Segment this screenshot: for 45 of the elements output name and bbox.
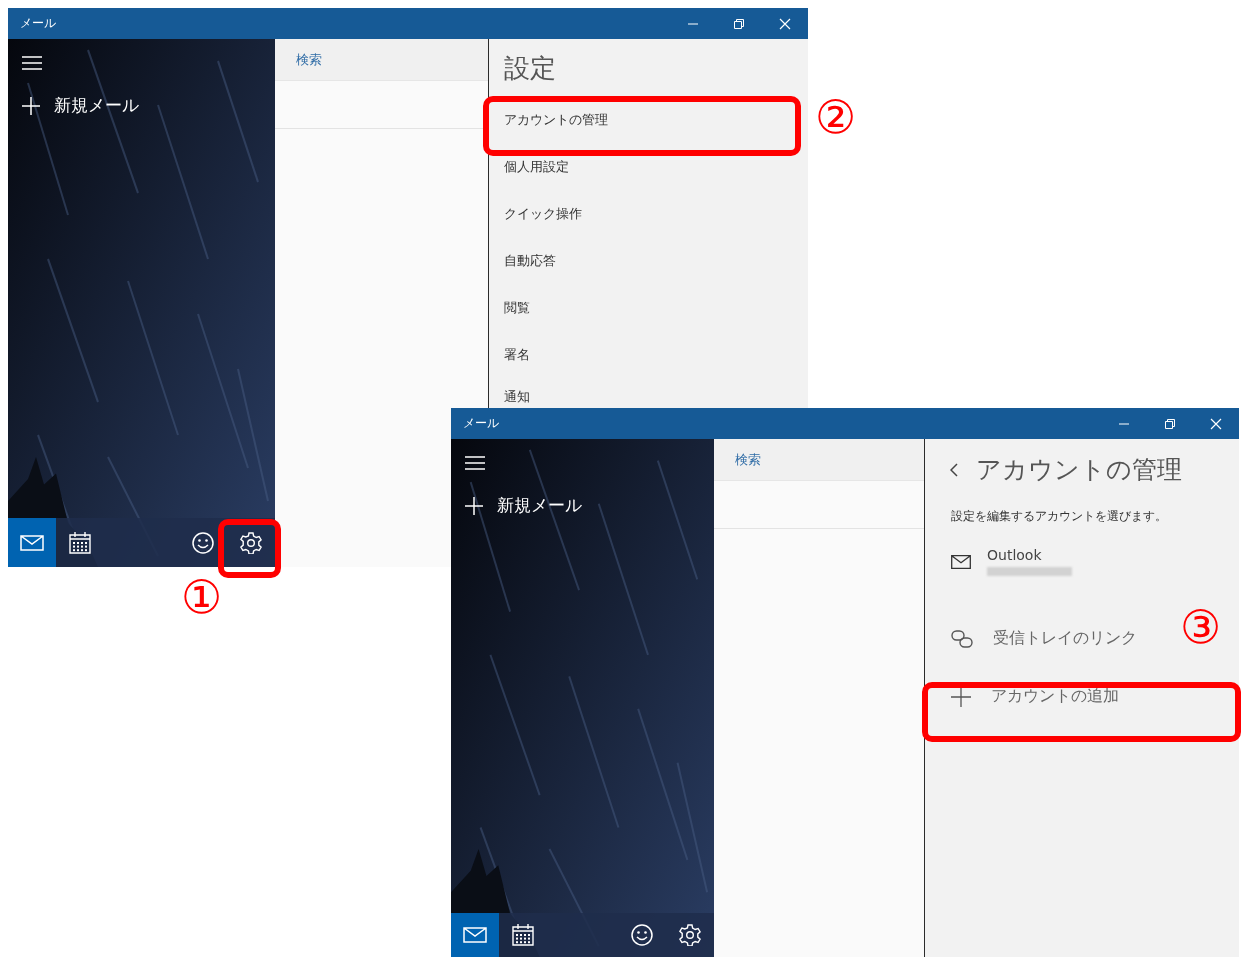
add-account-button[interactable]: アカウントの追加 <box>951 686 1119 707</box>
search-link[interactable]: 検索 <box>735 450 761 469</box>
search-link[interactable]: 検索 <box>296 50 322 69</box>
restore-icon[interactable] <box>1164 417 1176 430</box>
mail-button[interactable] <box>451 913 499 957</box>
plus-icon <box>951 686 971 707</box>
settings-icon <box>240 531 262 554</box>
smiley-icon <box>192 531 214 554</box>
settings-item[interactable]: 個人用設定 <box>504 143 808 190</box>
smiley-icon <box>631 924 653 946</box>
settings-icon <box>679 924 701 946</box>
new-mail-button[interactable]: 新規メール <box>465 494 582 517</box>
settings-item[interactable]: 署名 <box>504 331 808 378</box>
settings-item[interactable]: クイック操作 <box>504 190 808 237</box>
mail-button[interactable] <box>8 518 56 567</box>
plus-icon <box>465 496 483 515</box>
new-mail-button[interactable]: 新規メール <box>22 94 139 117</box>
calendar-icon <box>69 531 91 554</box>
menu-icon[interactable] <box>465 456 485 470</box>
plus-icon <box>22 96 40 115</box>
window-title: メール <box>20 15 56 32</box>
highlight-frame <box>218 519 281 578</box>
calendar-icon <box>512 924 534 946</box>
menu-icon[interactable] <box>22 56 42 70</box>
instruction-text: 設定を編集するアカウントを選びます。 <box>951 508 1168 525</box>
link-icon <box>951 629 973 648</box>
panel-title: アカウントの管理 <box>976 454 1182 486</box>
settings-title: 設定 <box>504 52 557 85</box>
restore-icon[interactable] <box>733 17 745 30</box>
step-number: ③ <box>1180 604 1222 650</box>
link-inboxes-button[interactable]: 受信トレイのリンク <box>951 628 1137 649</box>
settings-item[interactable]: 通知 <box>504 378 808 406</box>
back-icon[interactable] <box>950 463 958 477</box>
step-number: ② <box>815 94 857 140</box>
account-item[interactable]: Outlook <box>951 547 1239 576</box>
settings-item[interactable]: アカウントの管理 <box>504 96 808 143</box>
window-title: メール <box>463 415 499 432</box>
envelope-icon <box>951 554 971 569</box>
step-number: ① <box>181 574 223 620</box>
settings-item[interactable]: 閲覧 <box>504 284 808 331</box>
close-icon[interactable] <box>1210 417 1222 430</box>
close-icon[interactable] <box>779 17 791 30</box>
settings-item[interactable]: 自動応答 <box>504 237 808 284</box>
envelope-icon <box>20 534 44 551</box>
envelope-icon <box>463 927 487 943</box>
